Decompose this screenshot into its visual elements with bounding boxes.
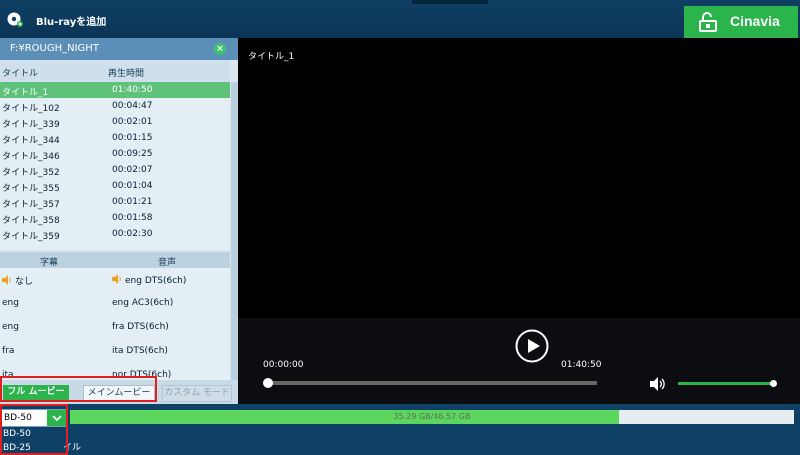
title-row[interactable]: タイトル_359 00:02:30 [0,226,230,242]
cinavia-label: Cinavia [730,13,780,29]
column-audio: 音声 [158,258,177,268]
column-title[interactable]: タイトル [2,66,38,79]
cinavia-button[interactable]: Cinavia [684,6,798,38]
track-row[interactable]: eng fra DTS(6ch) [0,316,230,340]
volume-icon[interactable] [650,377,666,391]
player-title: タイトル_1 [248,52,295,62]
track-list: なし eng DTS(6ch) eng eng AC3(6ch) eng fra D… [0,268,230,380]
track-list-scrollbar[interactable] [231,252,238,382]
title-row[interactable]: タイトル_344 00:01:15 [0,130,230,146]
add-bluray-icon[interactable] [7,11,23,27]
speaker-icon [112,274,121,284]
volume-slider[interactable] [678,380,777,387]
top-bar: Blu-rayを追加 Cinavia [0,0,800,38]
path-bar: F:¥ROUGH_NIGHT × [0,38,238,60]
title-row[interactable]: タイトル_346 00:09:25 [0,146,230,162]
source-panel: F:¥ROUGH_NIGHT × タイトル 再生時間 タイトル_1 01:40:5… [0,38,238,404]
speaker-icon [2,275,11,285]
capacity-text: 35.29 GB/46.57 GB [393,412,471,421]
bottom-bar: BD-50 BD-50 BD-25 35.29 GB/46.57 GB イル [0,404,800,455]
track-row[interactable]: なし eng DTS(6ch) [0,268,230,292]
title-row[interactable]: タイトル_1 01:40:50 [0,82,230,98]
mode-highlight-box [0,376,157,402]
track-row[interactable]: fra ita DTS(6ch) [0,340,230,364]
track-row[interactable]: eng eng AC3(6ch) [0,292,230,316]
title-row[interactable]: タイトル_357 00:01:21 [0,194,230,210]
title-row[interactable]: タイトル_102 00:04:47 [0,98,230,114]
unlock-icon [699,12,717,32]
play-icon[interactable] [515,329,549,363]
add-bluray-button[interactable]: Blu-rayを追加 [36,13,106,28]
seek-handle[interactable] [263,378,273,388]
seek-bar[interactable] [263,378,597,388]
title-list-scrollbar[interactable] [231,82,238,252]
close-icon[interactable]: × [214,43,226,55]
column-subtitle: 字幕 [40,258,59,268]
title-row[interactable]: タイトル_355 00:01:04 [0,178,230,194]
custom-mode-button[interactable]: カスタム モード [162,385,232,402]
track-header: 字幕 音声 [0,252,230,268]
video-player: タイトル_1 00:00:00 01:40:50 [238,38,800,404]
title-row[interactable]: タイトル_339 00:02:01 [0,114,230,130]
capacity-bar: 35.29 GB/46.57 GB [70,410,794,424]
tab-indicator [412,0,488,4]
source-path: F:¥ROUGH_NIGHT [10,43,99,54]
title-list-header: タイトル 再生時間 [0,60,230,82]
column-duration[interactable]: 再生時間 [108,66,144,79]
volume-handle[interactable] [770,380,777,387]
current-time: 00:00:00 [263,360,304,370]
title-row[interactable]: タイトル_352 00:02:07 [0,162,230,178]
title-row[interactable]: タイトル_358 00:01:58 [0,210,230,226]
total-time: 01:40:50 [561,360,602,370]
disc-select-highlight-box [0,404,68,455]
player-controls: 00:00:00 01:40:50 [238,318,800,404]
title-list: タイトル 再生時間 タイトル_1 01:40:50 タイトル_102 00:04:4… [0,60,230,250]
